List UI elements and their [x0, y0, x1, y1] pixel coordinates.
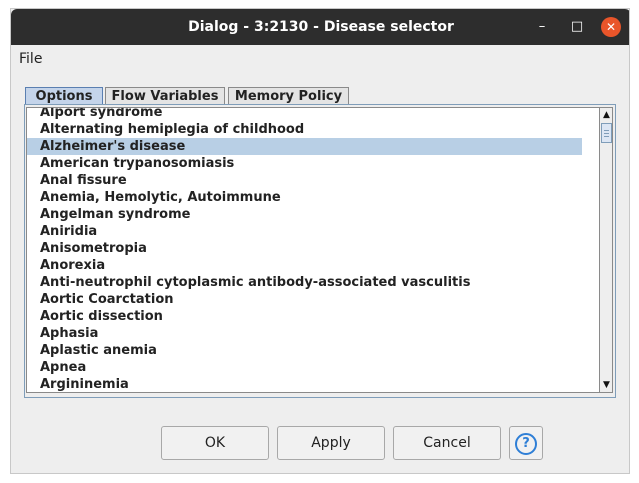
list-item[interactable]: Apnea [27, 359, 582, 376]
disease-list-items: Alport syndrome Alternating hemiplegia of… [27, 108, 582, 392]
scroll-up-icon[interactable]: ▲ [600, 108, 612, 122]
vertical-scrollbar[interactable]: ▲ ▼ [599, 108, 612, 392]
minimize-icon[interactable]: – [532, 17, 552, 37]
list-item[interactable]: Alport syndrome [27, 108, 582, 121]
list-item[interactable]: Alternating hemiplegia of childhood [27, 121, 582, 138]
list-item[interactable]: Anisometropia [27, 240, 582, 257]
list-item[interactable]: Angelman syndrome [27, 206, 582, 223]
list-item[interactable]: Anemia, Hemolytic, Autoimmune [27, 189, 582, 206]
list-item[interactable]: Aplastic anemia [27, 342, 582, 359]
list-item[interactable]: Aphasia [27, 325, 582, 342]
list-item[interactable]: Aniridia [27, 223, 582, 240]
options-panel: Alport syndrome Alternating hemiplegia of… [24, 104, 616, 398]
dialog-window: Dialog - 3:2130 - Disease selector – □ ✕… [10, 8, 630, 474]
tab-flow-variables[interactable]: Flow Variables [105, 87, 225, 105]
list-item[interactable]: Argininemia [27, 376, 582, 392]
disease-list[interactable]: Alport syndrome Alternating hemiplegia of… [26, 107, 613, 393]
tab-memory-policy[interactable]: Memory Policy [228, 87, 349, 105]
dialog-content: Options Flow Variables Memory Policy Alp… [11, 73, 629, 473]
scroll-down-icon[interactable]: ▼ [600, 378, 612, 392]
list-item[interactable]: Anorexia [27, 257, 582, 274]
help-button[interactable]: ? [509, 426, 543, 460]
list-item[interactable]: Anti-neutrophil cytoplasmic antibody-ass… [27, 274, 582, 291]
tab-options[interactable]: Options [25, 87, 103, 105]
list-item[interactable]: Aortic dissection [27, 308, 582, 325]
maximize-icon[interactable]: □ [567, 17, 587, 37]
scroll-thumb[interactable] [601, 123, 612, 143]
list-item[interactable]: Aortic Coarctation [27, 291, 582, 308]
ok-button[interactable]: OK [161, 426, 269, 460]
menu-bar: File [11, 45, 629, 73]
list-item[interactable]: Alzheimer's disease [27, 138, 582, 155]
apply-button[interactable]: Apply [277, 426, 385, 460]
list-item[interactable]: Anal fissure [27, 172, 582, 189]
help-icon: ? [515, 433, 537, 455]
menu-file[interactable]: File [19, 51, 42, 67]
cancel-button[interactable]: Cancel [393, 426, 501, 460]
close-icon[interactable]: ✕ [601, 17, 621, 37]
title-bar[interactable]: Dialog - 3:2130 - Disease selector – □ ✕ [11, 9, 629, 45]
list-item[interactable]: American trypanosomiasis [27, 155, 582, 172]
